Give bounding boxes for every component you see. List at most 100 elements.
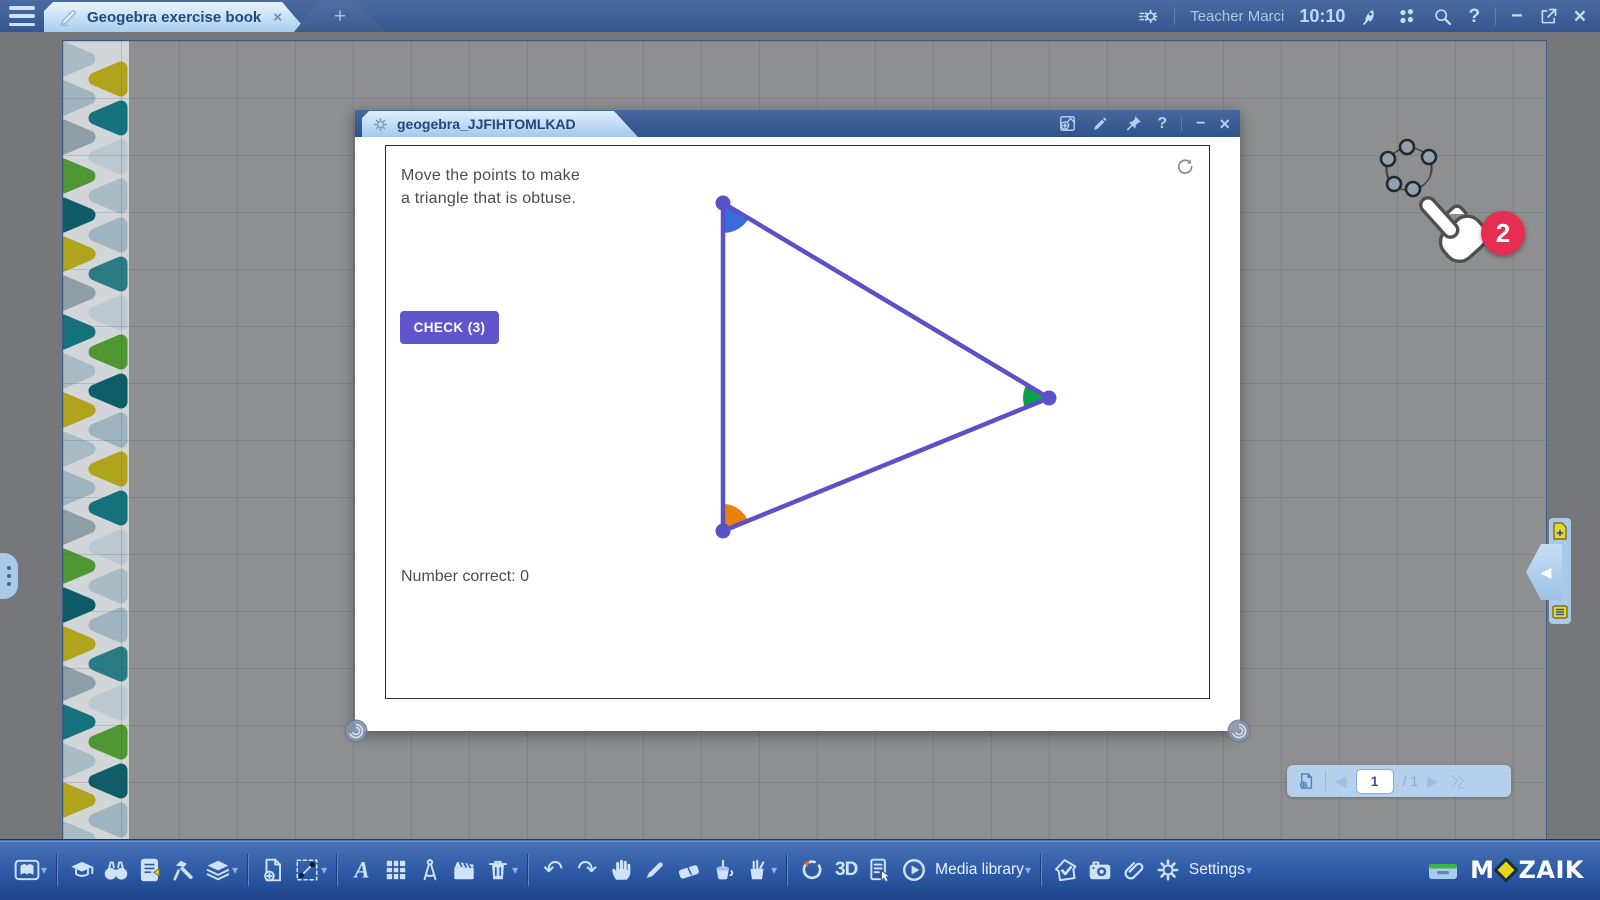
settings-gear-button[interactable] xyxy=(1151,851,1185,889)
book-cover-pattern xyxy=(63,41,129,839)
snapshot-button[interactable] xyxy=(1083,851,1117,889)
3d-icon: 3D xyxy=(835,859,857,881)
caret-down-icon[interactable]: ▾ xyxy=(512,863,518,877)
marker-button[interactable] xyxy=(638,851,672,889)
caret-down-icon[interactable]: ▾ xyxy=(321,863,327,877)
exercise-editor-button[interactable] xyxy=(863,851,897,889)
app-grid-icon[interactable] xyxy=(1396,6,1417,27)
camera-icon xyxy=(1087,857,1113,883)
layers-icon xyxy=(205,857,231,883)
settings-button[interactable]: Settings xyxy=(1189,861,1245,879)
media-tool-button[interactable] xyxy=(447,851,481,889)
mozabook-app: Geogebra exercise book × + Teacher Marci… xyxy=(0,0,1600,900)
fill-button[interactable] xyxy=(706,851,740,889)
page-navigation-bar: ◀ 1 / 1 ▶ xyxy=(1287,765,1511,797)
redo-button[interactable]: ↷ xyxy=(570,851,604,889)
applet-minimize-icon[interactable]: − xyxy=(1196,116,1205,132)
page-count-label: / 1 xyxy=(1403,773,1419,789)
classwork-desk-icon[interactable] xyxy=(1426,856,1460,884)
media-library-button[interactable]: Media library xyxy=(935,861,1024,879)
slider-arrow-icon: ◀ xyxy=(1541,564,1552,581)
prev-page-button[interactable]: ◀ xyxy=(1335,774,1347,789)
table-tool-button[interactable] xyxy=(379,851,413,889)
text-tool-button[interactable]: A xyxy=(345,851,379,889)
toolbar-separator xyxy=(527,854,529,886)
homework-button[interactable] xyxy=(133,851,167,889)
pagenav-separator xyxy=(1325,771,1326,791)
page-list-icon[interactable] xyxy=(1552,604,1568,620)
tab-close-icon[interactable]: × xyxy=(273,9,282,26)
pin-icon[interactable] xyxy=(1124,114,1143,133)
tab-geogebra-exercise-book[interactable]: Geogebra exercise book × xyxy=(44,2,308,32)
detach-window-icon[interactable] xyxy=(1538,6,1559,27)
caret-down-icon[interactable]: ▾ xyxy=(1025,863,1031,877)
next-page-button[interactable]: ▶ xyxy=(1427,774,1439,789)
close-app-icon[interactable]: × xyxy=(1574,6,1586,27)
caret-down-icon[interactable]: ▾ xyxy=(232,863,238,877)
applet-close-icon[interactable]: × xyxy=(1219,115,1230,133)
eraser-button[interactable] xyxy=(672,851,706,889)
help-icon[interactable]: ? xyxy=(1468,7,1480,26)
lessons-button[interactable] xyxy=(65,851,99,889)
search-media-button[interactable] xyxy=(99,851,133,889)
add-page-shortcut-icon[interactable] xyxy=(1552,522,1568,540)
default-view-button[interactable] xyxy=(1049,851,1083,889)
svg-text:A: A xyxy=(353,858,370,883)
open-book-button[interactable] xyxy=(10,851,44,889)
delete-button[interactable] xyxy=(481,851,515,889)
last-page-icon[interactable] xyxy=(1448,771,1468,791)
rocket-icon[interactable] xyxy=(1360,6,1381,27)
session-replay-button[interactable] xyxy=(795,851,829,889)
attachments-button[interactable] xyxy=(1117,851,1151,889)
toolbar-separator xyxy=(56,854,58,886)
shape-tool-button[interactable] xyxy=(290,851,324,889)
geometry-tool-button[interactable] xyxy=(413,851,447,889)
geogebra-window[interactable]: geogebra_JJFIHTOMLKAD xyxy=(355,110,1240,731)
layers-button[interactable] xyxy=(201,851,235,889)
tools-button[interactable] xyxy=(167,851,201,889)
home-check-icon xyxy=(1053,857,1079,883)
search-icon[interactable] xyxy=(1432,6,1453,27)
triangle-figure[interactable] xyxy=(386,146,1209,698)
geogebra-window-titlebar[interactable]: geogebra_JJFIHTOMLKAD xyxy=(355,110,1240,137)
caret-down-icon[interactable]: ▾ xyxy=(41,863,47,877)
hand-tool-icon xyxy=(608,857,634,883)
new-page-button[interactable] xyxy=(256,851,290,889)
edit-applet-icon[interactable] xyxy=(1058,114,1077,133)
undo-button[interactable]: ↶ xyxy=(536,851,570,889)
pen-holder-button[interactable] xyxy=(740,851,774,889)
quick-gear-icon[interactable] xyxy=(1138,6,1159,27)
current-page-input[interactable]: 1 xyxy=(1356,769,1394,794)
geogebra-window-controls: ? − × xyxy=(1058,110,1230,137)
page-corner-handle[interactable] xyxy=(1226,718,1252,744)
minimize-icon[interactable]: − xyxy=(1511,6,1523,26)
annotate-pencil-icon[interactable] xyxy=(1091,114,1110,133)
titlebar-separator xyxy=(1181,116,1182,131)
caret-down-icon[interactable]: ▾ xyxy=(771,863,777,877)
shape-tool-icon xyxy=(294,857,320,883)
hamburger-menu-icon[interactable] xyxy=(9,6,35,26)
geogebra-window-tab[interactable]: geogebra_JJFIHTOMLKAD xyxy=(362,111,638,137)
topbar-separator xyxy=(1174,7,1175,25)
3d-view-button[interactable]: 3D xyxy=(829,851,863,889)
toolbar-separator xyxy=(336,854,338,886)
play-circle-icon xyxy=(901,857,927,883)
new-tab-button[interactable]: + xyxy=(294,2,386,32)
add-page-icon[interactable] xyxy=(1296,771,1316,791)
applet-help-icon[interactable]: ? xyxy=(1157,116,1167,132)
caret-down-icon[interactable]: ▾ xyxy=(1246,863,1252,877)
left-drawer-handle[interactable] xyxy=(0,553,18,599)
toolbar-separator xyxy=(786,854,788,886)
mozaik-logo: M ZAIK xyxy=(1470,856,1584,884)
hand-tool-button[interactable] xyxy=(604,851,638,889)
page-corner-handle[interactable] xyxy=(343,718,369,744)
replay-circle-icon xyxy=(799,857,825,883)
applet-gear-icon xyxy=(372,116,389,133)
open-book-icon xyxy=(14,857,40,883)
play-media-button[interactable] xyxy=(897,851,931,889)
tab-title: Geogebra exercise book xyxy=(87,9,261,26)
undo-icon: ↶ xyxy=(543,858,563,882)
geogebra-window-title: geogebra_JJFIHTOMLKAD xyxy=(397,116,576,132)
pen-cup-icon xyxy=(744,857,770,883)
user-name[interactable]: Teacher Marci xyxy=(1190,8,1284,25)
